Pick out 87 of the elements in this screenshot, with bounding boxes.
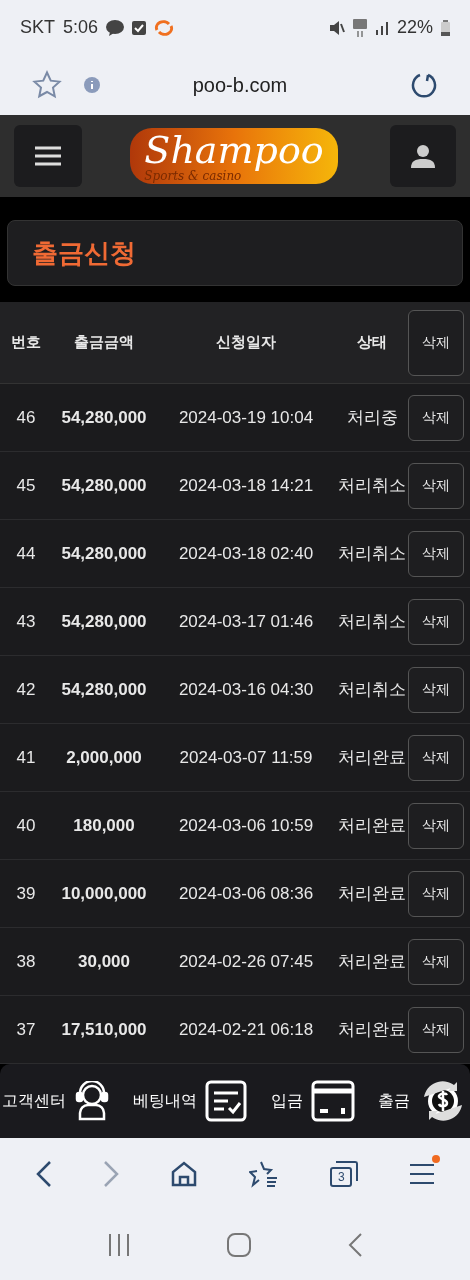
table-cell-text: 40 (15, 814, 37, 837)
chat-bubble-icon (106, 19, 125, 36)
table-cell-text: 2024-03-06 10:59 (177, 814, 315, 837)
table-cell-text: 37 (15, 1018, 37, 1041)
table-cell-text: 17,510,000 (60, 1018, 148, 1041)
table-cell-text: 2024-03-07 11:59 (178, 746, 314, 769)
table-cell-text: 2,000,000 (65, 746, 143, 769)
battery-icon (441, 19, 450, 36)
table-cell-text: 30,000 (77, 950, 131, 973)
table-cell-text: 54,280,000 (60, 678, 148, 701)
table-cell-text: 처리완료 (337, 882, 407, 905)
table-cell-text: 43 (15, 610, 37, 633)
table-cell-text: 처리취소 (337, 678, 407, 701)
user-button[interactable] (390, 125, 456, 187)
reload-icon[interactable] (410, 71, 438, 99)
column-header: 신청일자 (215, 332, 277, 353)
table-cell-text: 2024-02-21 06:18 (177, 1018, 315, 1041)
signal-icon (374, 20, 389, 35)
delete-button[interactable]: 삭제 (408, 530, 464, 577)
table-cell-text: 처리완료 (337, 746, 407, 769)
table-cell-text: 39 (15, 882, 37, 905)
delete-button[interactable]: 삭제 (408, 802, 464, 849)
sync-icon (154, 19, 175, 36)
menu-button[interactable] (14, 125, 82, 187)
user-icon (411, 144, 435, 168)
page-title: 출금신청 (32, 236, 136, 270)
delete-button[interactable]: 삭제 (408, 870, 464, 917)
table-cell-text: 41 (15, 746, 37, 769)
delete-button[interactable]: 삭제 (408, 938, 464, 985)
home-button-icon[interactable] (227, 1233, 251, 1257)
menu-label[interactable]: 입금 (270, 1089, 303, 1113)
menu-label[interactable]: 고객센터 (2, 1089, 66, 1113)
delete-button[interactable]: 삭제 (408, 462, 464, 509)
table-cell-text: 처리중 (345, 406, 399, 429)
table-cell-text: 54,280,000 (60, 610, 148, 633)
table-cell-text: 10,000,000 (60, 882, 148, 905)
delete-button[interactable]: 삭제 (408, 598, 464, 645)
carrier-text: SKT (20, 16, 55, 39)
card-icon[interactable] (310, 1080, 355, 1122)
battery-text: 22% (396, 16, 433, 39)
column-header: 출금금액 (73, 332, 135, 353)
logo-text: Shampoo (144, 130, 324, 170)
delete-button[interactable]: 삭제 (408, 1006, 464, 1053)
table-cell-text: 2024-03-18 14:21 (177, 474, 315, 497)
menu-icon (35, 146, 61, 166)
home-icon[interactable] (171, 1161, 198, 1187)
table-cell-text: 2024-03-18 02:40 (177, 542, 315, 565)
menu-label[interactable]: 베팅내역 (133, 1089, 198, 1113)
checklist-icon[interactable] (205, 1080, 248, 1122)
column-header: 상태 (356, 332, 388, 353)
table-cell-text: 처리완료 (337, 1018, 407, 1041)
table-cell-text: 180,000 (72, 814, 136, 837)
menu-icon[interactable] (410, 1163, 435, 1185)
table-cell-text: 42 (15, 678, 37, 701)
table-cell-text: 44 (15, 542, 37, 565)
recent-apps-icon[interactable] (108, 1234, 131, 1256)
logo-tagline: Sports & casino (144, 170, 242, 182)
table-cell-text: 54,280,000 (60, 542, 148, 565)
table-cell-text: 2024-03-16 04:30 (177, 678, 315, 701)
star-icon[interactable] (32, 70, 62, 100)
table-cell-text: 2024-03-17 01:46 (177, 610, 315, 633)
back-icon[interactable] (35, 1160, 52, 1188)
table-cell-text: 2024-03-06 08:36 (177, 882, 315, 905)
delete-button[interactable]: 삭제 (408, 394, 464, 441)
table-cell-text: 처리취소 (337, 474, 407, 497)
clock-text: 5:06 (63, 16, 99, 39)
table-cell-text: 54,280,000 (60, 406, 148, 429)
table-cell-text: 처리취소 (337, 542, 407, 565)
delete-button[interactable]: 삭제 (408, 666, 464, 713)
table-cell-text: 46 (15, 406, 37, 429)
checkbox-icon (132, 20, 147, 35)
mute-icon (328, 19, 345, 36)
headset-person-icon[interactable] (74, 1081, 110, 1121)
table-cell-text: 2024-03-19 10:04 (177, 406, 315, 429)
back-icon[interactable] (347, 1233, 362, 1257)
table-cell-text: 2024-02-26 07:45 (177, 950, 315, 973)
table-cell-text: 38 (15, 950, 37, 973)
delete-all-button[interactable]: 삭제 (408, 309, 464, 376)
info-icon[interactable] (84, 77, 100, 93)
column-header: 번호 (10, 332, 42, 353)
table-cell-text: 처리완료 (337, 814, 407, 837)
table-cell-text: 45 (15, 474, 37, 497)
delete-button[interactable]: 삭제 (408, 734, 464, 781)
table-cell-text: 처리완료 (337, 950, 407, 973)
table-cell-text: 처리취소 (337, 610, 407, 633)
table-cell-text: 54,280,000 (60, 474, 148, 497)
menu-label[interactable]: 출금 (378, 1089, 410, 1113)
